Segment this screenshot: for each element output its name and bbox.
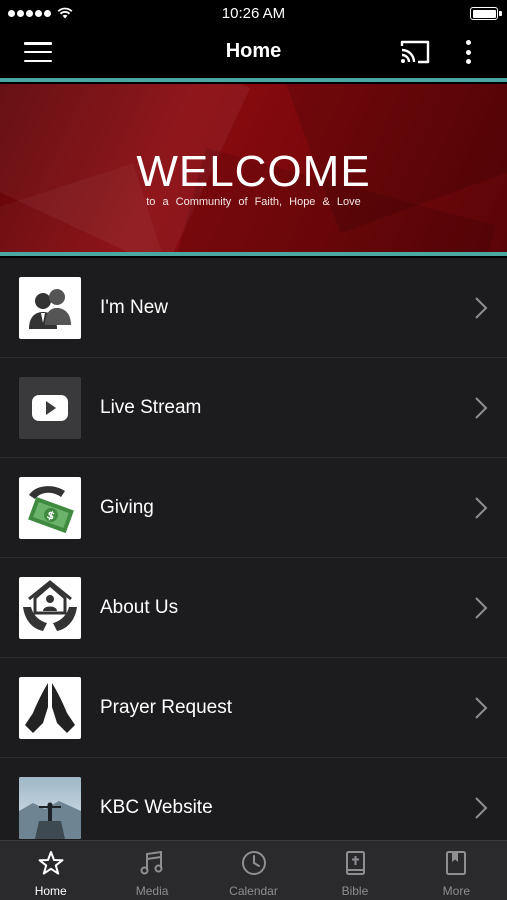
tab-home[interactable]: Home — [0, 841, 101, 900]
cast-icon[interactable] — [398, 38, 432, 66]
people-icon — [19, 277, 81, 339]
menu-item-label: KBC Website — [100, 797, 213, 818]
bible-icon — [345, 851, 365, 875]
overflow-menu-icon[interactable] — [458, 36, 478, 68]
money-hand-icon: $ — [19, 477, 81, 539]
tab-media[interactable]: Media — [101, 841, 202, 900]
menu-item-kbc-website[interactable]: KBC Website — [0, 758, 507, 840]
tab-more[interactable]: More — [406, 841, 507, 900]
menu-item-live-stream[interactable]: Live Stream — [0, 358, 507, 458]
chevron-right-icon — [475, 597, 488, 619]
praying-hands-icon — [19, 677, 81, 739]
clock-icon — [241, 851, 266, 875]
menu-item-about-us[interactable]: About Us — [0, 558, 507, 658]
status-time: 10:26 AM — [221, 5, 286, 22]
youtube-play-icon — [19, 377, 81, 439]
bookmark-book-icon — [446, 851, 467, 875]
chevron-right-icon — [475, 397, 488, 419]
battery-icon — [470, 7, 502, 20]
menu-item-giving[interactable]: $ Giving — [0, 458, 507, 558]
tab-label: More — [442, 884, 470, 898]
chevron-right-icon — [475, 697, 488, 719]
banner-subtitle: to a Community of Faith, Hope & Love — [146, 196, 361, 208]
menu-item-label: Live Stream — [100, 397, 202, 418]
tab-bible[interactable]: Bible — [304, 841, 405, 900]
banner-title: WELCOME — [136, 147, 371, 196]
menu-item-prayer-request[interactable]: Prayer Request — [0, 658, 507, 758]
chevron-right-icon — [475, 797, 488, 819]
chevron-right-icon — [475, 497, 488, 519]
tab-calendar[interactable]: Calendar — [203, 841, 304, 900]
banner-bottom-divider — [0, 252, 507, 256]
tab-label: Media — [135, 884, 169, 898]
status-bar: 10:26 AM — [0, 0, 507, 28]
tab-label: Home — [34, 884, 67, 898]
menu-item-label: I'm New — [100, 297, 169, 318]
music-note-icon — [140, 850, 163, 875]
chevron-right-icon — [475, 297, 488, 319]
menu-item-label: Prayer Request — [100, 697, 233, 718]
bottom-tab-bar: Home Media Calendar Bible More — [0, 840, 507, 900]
home-menu-list: I'm New Live Stream $ Giving About Us Pr… — [0, 258, 507, 840]
website-photo-icon — [19, 777, 81, 839]
house-hands-icon — [19, 577, 81, 639]
banner-top-divider — [0, 78, 507, 82]
star-icon — [38, 851, 64, 875]
tab-label: Calendar — [229, 884, 278, 898]
tab-label: Bible — [341, 884, 369, 898]
menu-item-label: About Us — [100, 597, 179, 618]
welcome-banner: WELCOME to a Community of Faith, Hope & … — [0, 84, 507, 252]
nav-bar: Home — [0, 28, 507, 78]
menu-item-im-new[interactable]: I'm New — [0, 258, 507, 358]
menu-item-label: Giving — [100, 497, 154, 518]
